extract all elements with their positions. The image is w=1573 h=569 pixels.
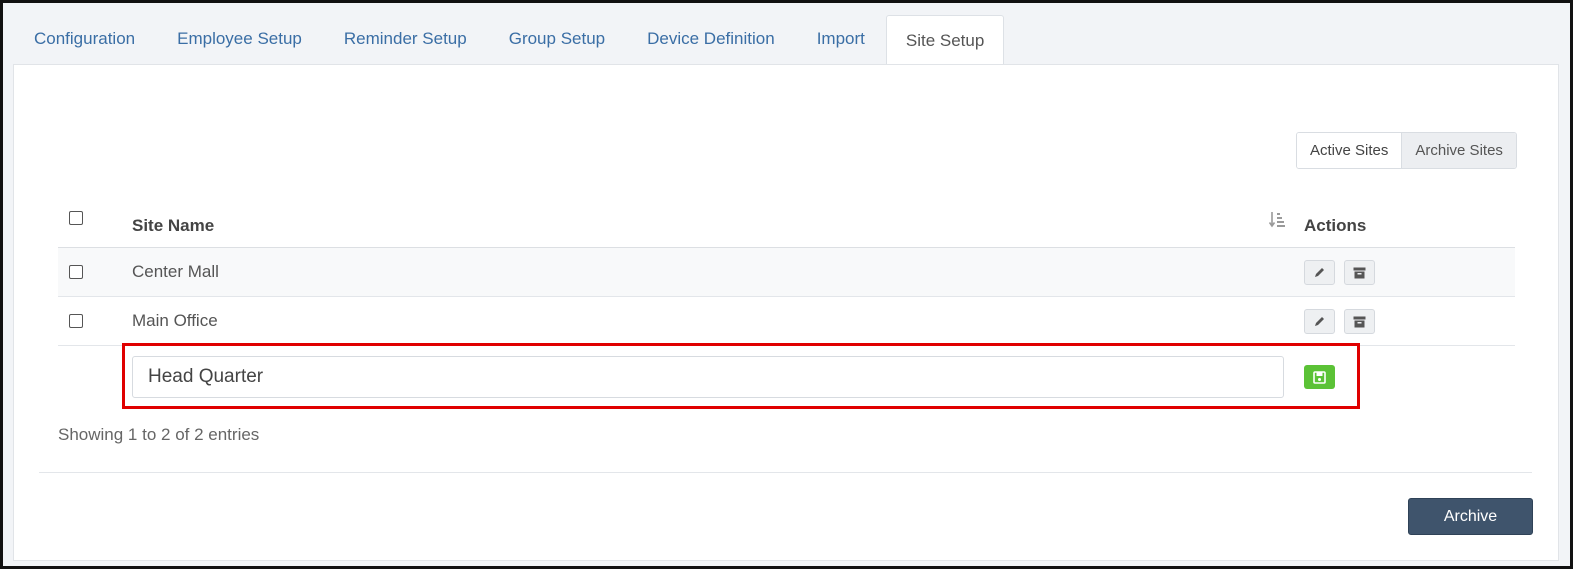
entries-info: Showing 1 to 2 of 2 entries <box>58 425 260 444</box>
actions-header: Actions <box>1304 216 1367 235</box>
archive-sites-button[interactable]: Archive Sites <box>1402 133 1516 168</box>
site-name-cell: Center Mall <box>132 262 219 281</box>
table-header-row: Site Name Actions <box>58 199 1515 248</box>
archive-button[interactable]: Archive <box>1408 498 1533 535</box>
site-name-header[interactable]: Site Name <box>132 199 214 247</box>
pencil-icon <box>1315 268 1324 277</box>
tab-configuration[interactable]: Configuration <box>13 13 156 65</box>
site-name-input[interactable] <box>132 356 1284 398</box>
active-sites-button[interactable]: Active Sites <box>1297 133 1403 168</box>
row-checkbox[interactable] <box>69 265 83 279</box>
site-name-cell: Main Office <box>132 311 218 330</box>
tab-bar: Configuration Employee Setup Reminder Se… <box>13 13 1560 65</box>
pencil-icon <box>1315 317 1324 326</box>
edit-button[interactable] <box>1304 309 1335 334</box>
archive-row-button[interactable] <box>1344 309 1375 334</box>
table-row: Center Mall <box>58 248 1515 297</box>
site-setup-panel: Active Sites Archive Sites Site Name Act… <box>13 64 1559 561</box>
select-all-checkbox[interactable] <box>69 211 83 225</box>
tab-employee-setup[interactable]: Employee Setup <box>156 13 323 65</box>
app-frame: Configuration Employee Setup Reminder Se… <box>0 0 1573 569</box>
save-button[interactable] <box>1304 365 1335 389</box>
sort-icon[interactable] <box>1269 211 1285 229</box>
archive-box-icon <box>1353 316 1366 327</box>
floppy-disk-icon <box>1313 370 1326 384</box>
sites-table: Site Name Actions Center Mall Main Offic… <box>58 199 1515 409</box>
table-row: Main Office <box>58 297 1515 346</box>
sites-view-toggle: Active Sites Archive Sites <box>1296 132 1517 169</box>
tab-site-setup[interactable]: Site Setup <box>885 15 1005 65</box>
tab-import[interactable]: Import <box>796 13 886 65</box>
new-site-row <box>58 343 1515 409</box>
row-checkbox[interactable] <box>69 314 83 328</box>
archive-row-button[interactable] <box>1344 260 1375 285</box>
archive-box-icon <box>1353 267 1366 278</box>
tab-group-setup[interactable]: Group Setup <box>488 13 626 65</box>
edit-button[interactable] <box>1304 260 1335 285</box>
tab-device-definition[interactable]: Device Definition <box>626 13 796 65</box>
tab-reminder-setup[interactable]: Reminder Setup <box>323 13 488 65</box>
divider <box>39 472 1532 473</box>
